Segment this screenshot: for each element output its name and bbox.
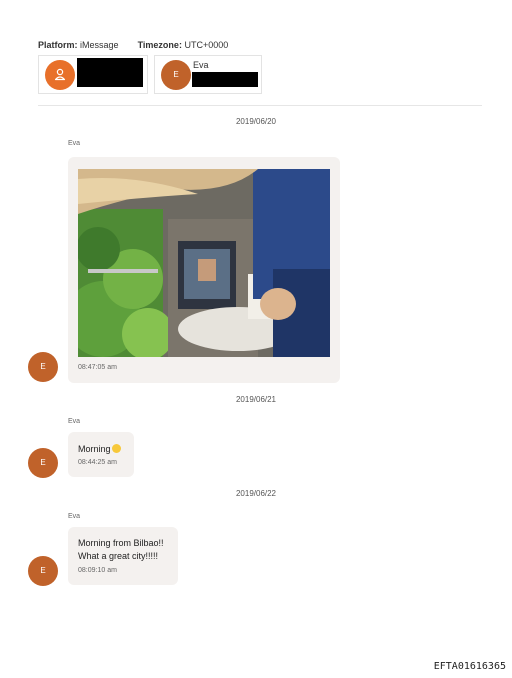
message-text: Morning <box>78 443 121 455</box>
avatar: E <box>28 448 58 478</box>
timezone-label: Timezone: <box>137 40 182 50</box>
timezone-value: UTC+0000 <box>184 40 229 50</box>
date-separator: 2019/06/20 <box>235 117 277 126</box>
photo-attachment[interactable] <box>78 169 330 357</box>
redacted-contact <box>192 72 258 87</box>
person-icon <box>45 60 75 90</box>
redacted-name <box>77 58 143 87</box>
participant-card-eva: E Eva <box>154 55 262 94</box>
sender-name: Eva <box>68 140 81 147</box>
message-text-line: What a great city!!!!! <box>78 551 159 561</box>
sender-name: Eva <box>68 418 81 425</box>
participant-name: Eva <box>193 60 209 70</box>
avatar: E <box>28 556 58 586</box>
message-bubble-photo: 08:47:05 am <box>68 157 340 383</box>
platform-value: iMessage <box>80 40 119 50</box>
platform-label: Platform: <box>38 40 78 50</box>
date-separator: 2019/06/21 <box>235 395 277 404</box>
message-text-line: Morning from Bilbao!! <box>78 538 164 548</box>
conversation-meta: Platform: iMessage Timezone: UTC+0000 <box>38 40 228 50</box>
message-timestamp: 08:47:05 am <box>78 364 117 371</box>
document-id: EFTA01616365 <box>433 661 506 672</box>
message-bubble: Morning from Bilbao!! What a great city!… <box>68 527 178 585</box>
message-bubble: Morning 08:44:25 am <box>68 432 134 477</box>
avatar: E <box>28 352 58 382</box>
participant-card-owner <box>38 55 148 94</box>
date-separator: 2019/06/22 <box>235 489 277 498</box>
avatar: E <box>161 60 191 90</box>
divider <box>38 105 482 106</box>
message-timestamp: 08:09:10 am <box>78 567 117 574</box>
smiling-face-icon <box>111 444 121 453</box>
message-timestamp: 08:44:25 am <box>78 459 117 466</box>
sender-name: Eva <box>68 513 81 520</box>
